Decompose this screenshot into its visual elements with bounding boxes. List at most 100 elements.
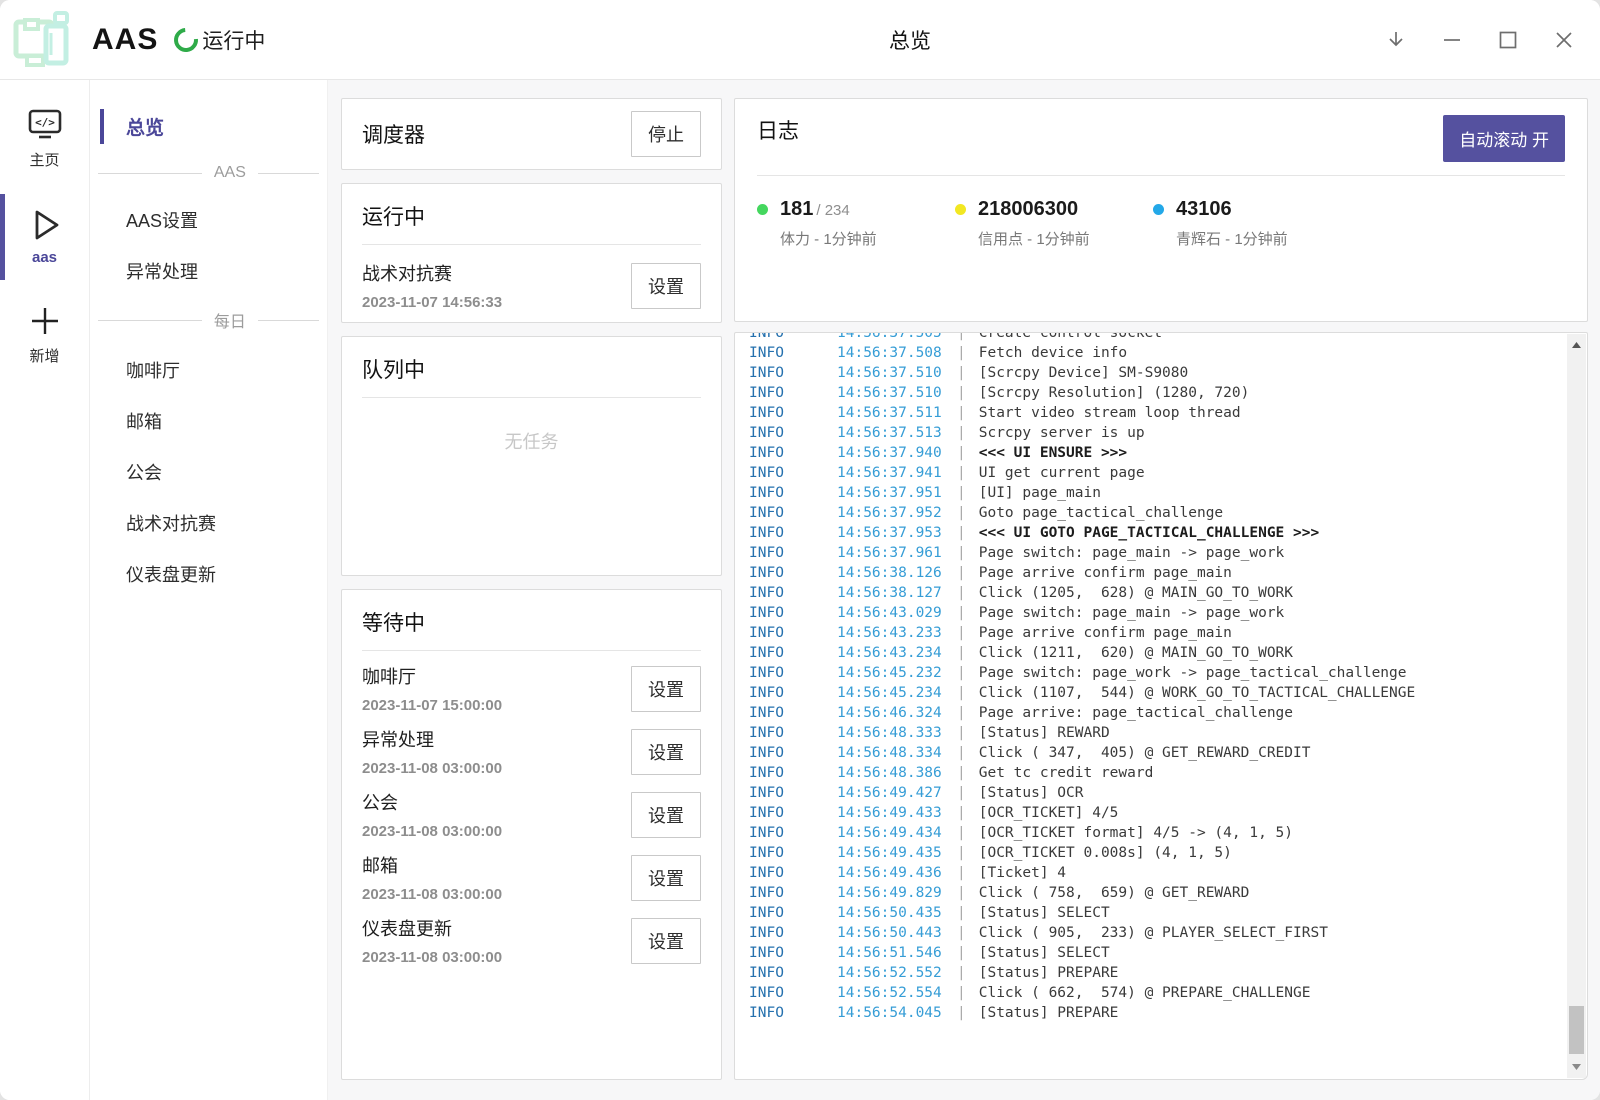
sidebar-menu-item-label: 咖啡厅 [126,361,180,381]
log-level: INFO [749,983,837,1003]
log-message: Click (1205, 628) @ MAIN_GO_TO_WORK [979,583,1293,603]
rail-item-new[interactable]: 新增 [0,294,89,376]
log-line: INFO 14:56:50.443 | Click ( 905, 233) @ … [749,923,1563,943]
scroll-down-icon[interactable] [1567,1058,1586,1076]
log-level: INFO [749,1003,837,1023]
stat-label: 体力 - 1分钟前 [780,228,877,249]
log-level: INFO [749,623,837,643]
scrollbar-thumb[interactable] [1569,1006,1584,1054]
rail-item-label: aas [32,249,57,266]
log-line: INFO 14:56:45.234 | Click (1107, 544) @ … [749,683,1563,703]
stat-item: 43106 青辉石 - 1分钟前 [1153,198,1351,249]
stop-button[interactable]: 停止 [631,111,701,157]
log-timestamp: 14:56:48.334 [837,743,953,763]
close-icon[interactable] [1552,28,1576,52]
sidebar-menu-item-label: 总览 [126,118,164,139]
scroll-up-icon[interactable] [1567,336,1586,354]
waiting-card: 等待中 咖啡厅 2023-11-07 15:00:00 设置 [341,589,722,1080]
log-level: INFO [749,883,837,903]
log-level: INFO [749,563,837,583]
log-level: INFO [749,963,837,983]
maximize-icon[interactable] [1496,28,1520,52]
log-line: INFO 14:56:37.961 | Page switch: page_ma… [749,543,1563,563]
log-level: INFO [749,803,837,823]
log-message: [UI] page_main [979,483,1101,503]
rail-item-aas[interactable]: aas [0,198,89,276]
sidebar-menu-item[interactable]: 仪表盘更新 [90,552,327,596]
stat-value: 43106 [1176,198,1232,220]
log-separator: | [953,943,979,963]
log-line: INFO 14:56:37.941 | UI get current page [749,463,1563,483]
log-line: INFO 14:56:37.505 | Create control socke… [749,332,1563,343]
log-message: Click ( 758, 659) @ GET_REWARD [979,883,1250,903]
download-icon[interactable] [1384,28,1408,52]
svg-text:</>: </> [35,116,55,129]
waiting-task-time: 2023-11-07 15:00:00 [362,697,502,714]
log-title: 日志 [757,115,799,145]
waiting-task-time: 2023-11-08 03:00:00 [362,823,502,840]
sidebar-menu: 总览 AAS AAS设置异常处理 每日 咖啡厅邮箱公会战术对抗赛仪表盘更新 [90,80,328,1100]
log-level: INFO [749,403,837,423]
log-timestamp: 14:56:37.513 [837,423,953,443]
log-level: INFO [749,543,837,563]
sidebar-menu-item[interactable]: 总览 [90,104,327,149]
log-timestamp: 14:56:37.941 [837,463,953,483]
log-message: [Scrcpy Resolution] (1280, 720) [979,383,1250,403]
settings-button[interactable]: 设置 [631,855,701,901]
log-line: INFO 14:56:54.045 | [Status] PREPARE [749,1003,1563,1023]
rail-item-label: 新增 [29,345,59,366]
running-title: 运行中 [362,206,425,229]
minimize-icon[interactable] [1440,28,1464,52]
log-separator: | [953,423,979,443]
settings-button[interactable]: 设置 [631,918,701,964]
log-separator: | [953,723,979,743]
log-scrollbar[interactable] [1567,334,1586,1078]
log-message: Start video stream loop thread [979,403,1241,423]
sidebar-menu-item[interactable]: 咖啡厅 [90,348,327,392]
settings-button[interactable]: 设置 [631,263,701,309]
log-message: <<< UI GOTO PAGE_TACTICAL_CHALLENGE >>> [979,523,1319,543]
waiting-task-name: 咖啡厅 [362,663,502,689]
waiting-task-row: 公会 2023-11-08 03:00:00 设置 [362,777,701,840]
main-content: 调度器 停止 运行中 战术对抗赛 2023-11-07 14:56:33 设置 [328,80,1600,1100]
settings-button[interactable]: 设置 [631,666,701,712]
log-separator: | [953,403,979,423]
log-line: INFO 14:56:43.233 | Page arrive confirm … [749,623,1563,643]
rail-item-home[interactable]: </> 主页 [0,98,89,180]
sidebar-menu-item[interactable]: 异常处理 [90,249,327,293]
log-line: INFO 14:56:49.435 | [OCR_TICKET 0.008s] … [749,843,1563,863]
sidebar-menu-item-label: AAS设置 [126,211,198,231]
log-separator: | [953,543,979,563]
log-console[interactable]: INFO 14:56:37.505 | Create control socke… [734,332,1588,1080]
log-message: Click ( 905, 233) @ PLAYER_SELECT_FIRST [979,923,1328,943]
waiting-task-time: 2023-11-08 03:00:00 [362,886,502,903]
log-timestamp: 14:56:38.127 [837,583,953,603]
log-timestamp: 14:56:43.233 [837,623,953,643]
sidebar-menu-item[interactable]: 邮箱 [90,399,327,443]
log-timestamp: 14:56:37.510 [837,363,953,383]
log-level: INFO [749,483,837,503]
sidebar-menu-item[interactable]: 战术对抗赛 [90,501,327,545]
waiting-task-name: 邮箱 [362,852,502,878]
autoscroll-toggle-button[interactable]: 自动滚动 开 [1443,115,1565,162]
sidebar-menu-item[interactable]: 公会 [90,450,327,494]
stat-dot-icon [757,204,768,215]
log-separator: | [953,363,979,383]
log-separator: | [953,563,979,583]
app-logo-icon [10,9,76,71]
stat-label: 青辉石 - 1分钟前 [1176,228,1288,249]
sidebar-menu-item[interactable]: AAS设置 [90,198,327,242]
log-message: [Status] PREPARE [979,1003,1119,1023]
stat-value: 181 [780,198,813,220]
log-message: [Status] SELECT [979,903,1110,923]
code-monitor-icon: </> [26,108,64,142]
settings-button[interactable]: 设置 [631,792,701,838]
scheduler-title: 调度器 [362,119,425,149]
log-timestamp: 14:56:37.508 [837,343,953,363]
waiting-task-row: 邮箱 2023-11-08 03:00:00 设置 [362,840,701,903]
log-line: INFO 14:56:38.126 | Page arrive confirm … [749,563,1563,583]
log-timestamp: 14:56:37.940 [837,443,953,463]
log-timestamp: 14:56:49.436 [837,863,953,883]
settings-button[interactable]: 设置 [631,729,701,775]
log-level: INFO [749,383,837,403]
